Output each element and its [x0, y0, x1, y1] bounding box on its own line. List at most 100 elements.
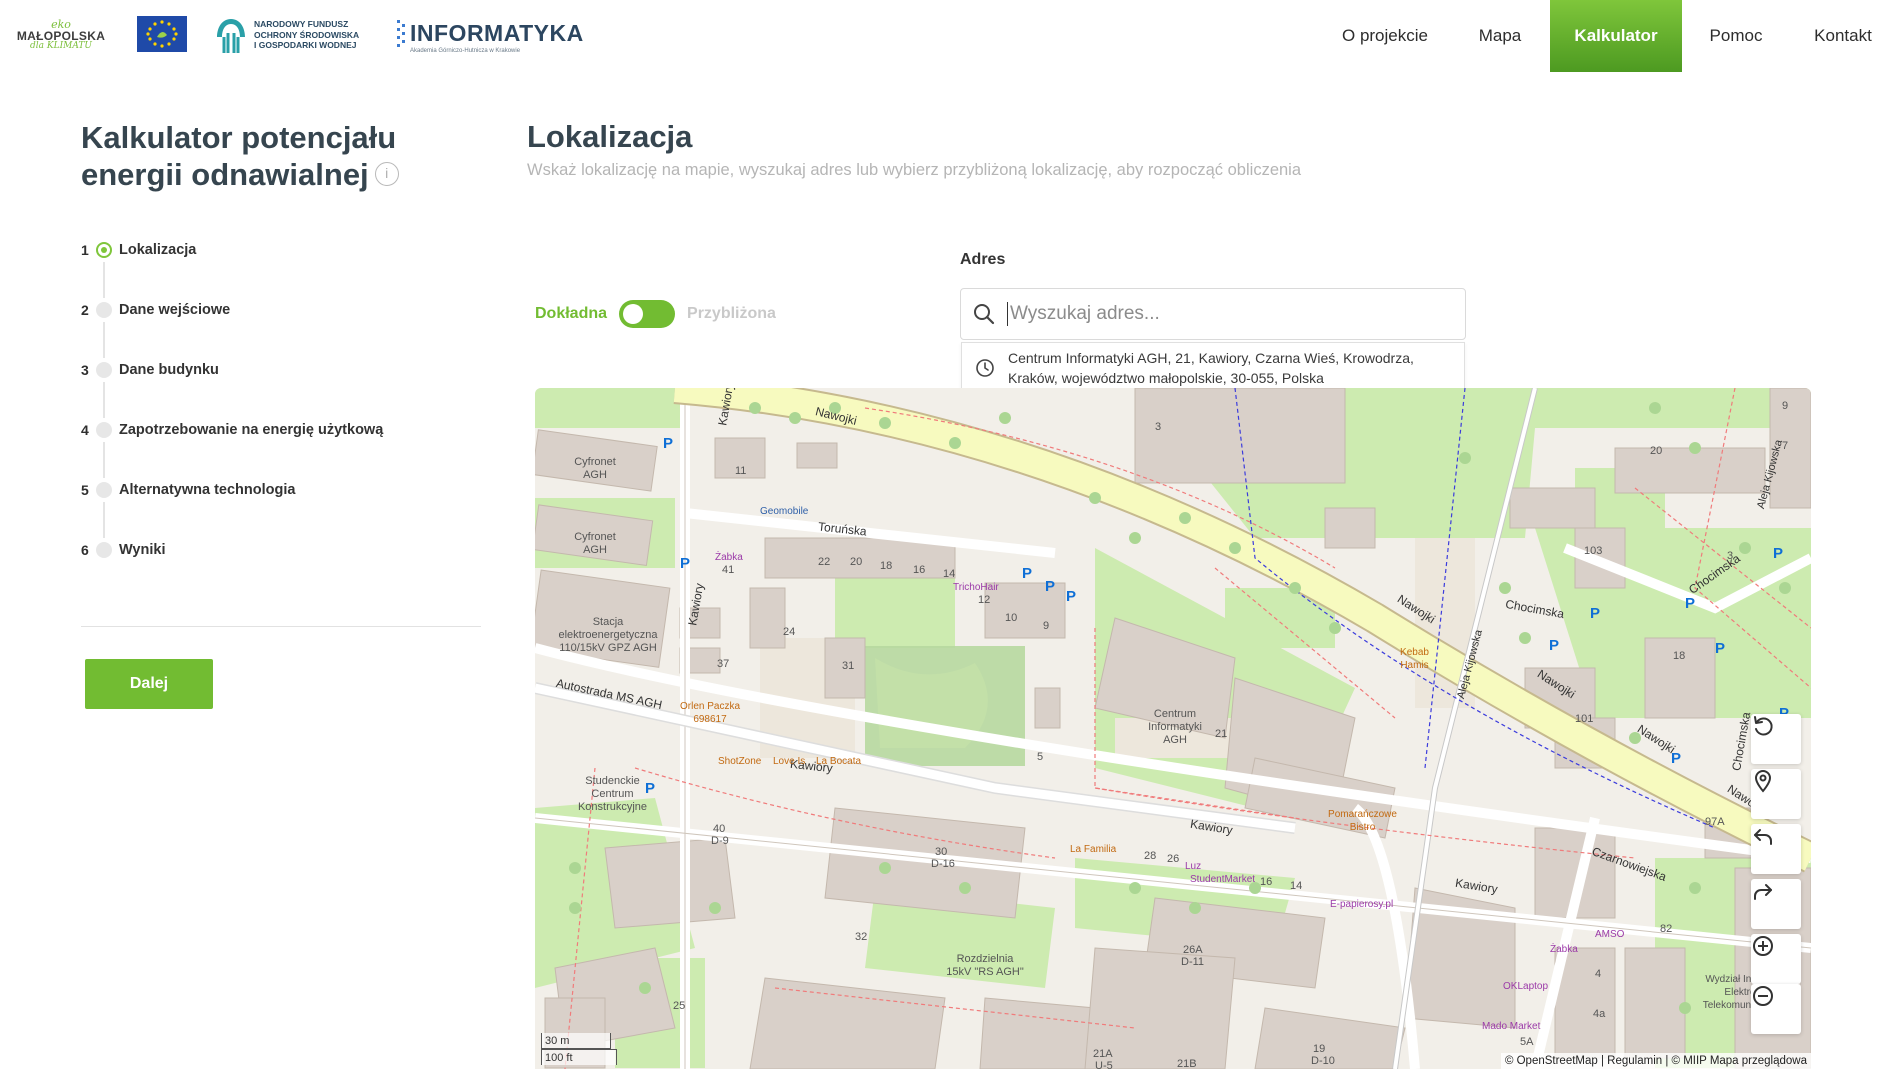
calculator-title: Kalkulator potencjału energii odnawialne…: [81, 119, 441, 193]
map-num-9-r: 9: [1782, 400, 1789, 412]
map-poi-amso[interactable]: AMSO: [1595, 928, 1624, 941]
undo-icon: [1754, 829, 1772, 845]
step-dot-icon: [96, 362, 112, 378]
map-num-10: 10: [1005, 612, 1018, 624]
map-poi-orlen[interactable]: Orlen Paczka 698617: [675, 700, 745, 726]
map-redo-button[interactable]: [1751, 879, 1801, 929]
map-poi-oklaptop[interactable]: OKLaptop: [1503, 980, 1548, 993]
map-num-5a: 5A: [1520, 1036, 1534, 1048]
informatyka-dots-icon: [397, 20, 405, 47]
nav-kalkulator[interactable]: Kalkulator: [1550, 0, 1682, 72]
step-connector: [103, 382, 105, 418]
map-poi-pomaranczowe[interactable]: Pomarańczowe Bistro: [1325, 808, 1400, 834]
map-poi-luz[interactable]: Luz: [1185, 860, 1201, 873]
map-num-37: 37: [717, 658, 730, 670]
eu-life-logo[interactable]: [137, 16, 187, 52]
nfosigw-emblem-icon: [217, 19, 245, 53]
map-num-14-b: 14: [1290, 880, 1303, 892]
map-poi-love-is[interactable]: Love Is: [773, 755, 805, 768]
step-number: 6: [81, 542, 89, 558]
step-label: Dane wejściowe: [119, 302, 231, 318]
nav-o-projekcie[interactable]: O projekcie: [1320, 0, 1450, 72]
map-num-25: 25: [673, 1000, 686, 1012]
step-number: 2: [81, 302, 89, 318]
map-num-3-b: 3: [1727, 550, 1734, 562]
map-num-18: 18: [880, 560, 893, 572]
location-map[interactable]: PPPP PPPP PPPP PPPP P Nawojki Toruńska N…: [535, 388, 1811, 1069]
step-dot-icon: [96, 422, 112, 438]
sidebar-divider: [81, 626, 481, 627]
map-zoom-out-button[interactable]: [1751, 984, 1801, 1034]
suggestion-text: Centrum Informatyki AGH, 21, Kawiory, Cz…: [1008, 350, 1414, 386]
map-poi-trichohair[interactable]: TrichoHair: [953, 581, 999, 594]
info-icon[interactable]: i: [374, 161, 399, 186]
next-button[interactable]: Dalej: [85, 659, 213, 709]
map-undo-button[interactable]: [1751, 824, 1801, 874]
step-dot-icon: [96, 302, 112, 318]
precision-toggle-switch[interactable]: [619, 300, 676, 328]
address-suggestion-item[interactable]: Centrum Informatyki AGH, 21, Kawiory, Cz…: [961, 342, 1465, 394]
map-poi-studentmarket[interactable]: StudentMarket: [1190, 873, 1255, 886]
map-poi-mado[interactable]: Mado Market: [1482, 1020, 1540, 1033]
toggle-label-dokladna[interactable]: Dokładna: [535, 305, 607, 323]
map-num-12: 12: [978, 594, 991, 606]
map-label-stacja: Stacja elektroenergetyczna 110/15kV GPZ …: [558, 616, 658, 654]
map-num-u5: U-5: [1095, 1060, 1113, 1069]
address-search-input[interactable]: [1007, 302, 1442, 326]
map-num-d10: D-10: [1311, 1055, 1335, 1067]
map-poi-epapierosy[interactable]: E-papierosy.pl: [1330, 898, 1393, 911]
svg-text:P: P: [680, 555, 690, 572]
map-num-20: 20: [850, 556, 863, 568]
toggle-label-przyblizona[interactable]: Przybliżona: [687, 305, 776, 323]
map-attribution[interactable]: © OpenStreetMap | Regulamin | © MIIP Map…: [1500, 1053, 1811, 1069]
zoom-out-icon: [1753, 986, 1773, 1006]
map-num-14: 14: [943, 568, 956, 580]
map-num-21b: 21B: [1177, 1058, 1197, 1069]
scale-metric: 30 m: [541, 1033, 611, 1049]
map-poi-zabka[interactable]: Żabka: [715, 551, 743, 564]
map-num-11: 11: [735, 465, 747, 477]
map-num-24: 24: [783, 626, 796, 638]
map-label-centrum: Centrum Informatyki AGH: [1148, 708, 1202, 746]
informatyka-agh-logo[interactable]: INFORMATYKA Akademia Górniczo-Hutnicza w…: [396, 16, 583, 56]
svg-text:P: P: [1022, 565, 1032, 582]
step-dot-icon: [96, 482, 112, 498]
map-num-101: 101: [1575, 713, 1594, 725]
svg-text:P: P: [1773, 545, 1783, 562]
address-search-box[interactable]: [960, 288, 1466, 340]
step-active-dot-icon: [96, 242, 112, 258]
map-num-31: 31: [842, 660, 855, 672]
step-number: 1: [81, 242, 89, 258]
zoom-in-icon: [1753, 936, 1773, 956]
reset-icon: [1754, 716, 1773, 736]
map-num-4a: 4a: [1593, 1008, 1606, 1020]
map-locate-button[interactable]: [1751, 769, 1801, 819]
map-poi-zabka-2[interactable]: Żabka: [1550, 943, 1578, 956]
map-reset-button[interactable]: [1751, 714, 1801, 764]
nav-pomoc[interactable]: Pomoc: [1682, 0, 1790, 72]
step-label: Alternatywna technologia: [119, 482, 296, 498]
search-icon: [961, 289, 1007, 339]
informatyka-text: INFORMATYKA: [410, 19, 584, 46]
map-poi-shotzone[interactable]: ShotZone: [718, 755, 761, 768]
map-poi-la-bocata[interactable]: La Bocata: [816, 755, 861, 768]
svg-text:P: P: [1715, 640, 1725, 657]
map-label-cyfronet-2: Cyfronet AGH: [574, 531, 616, 556]
map-zoom-in-button[interactable]: [1751, 934, 1801, 984]
map-num-5: 5: [1037, 751, 1044, 763]
main-nav: O projekcie Mapa Kalkulator Pomoc Kontak…: [1320, 0, 1896, 72]
map-num-d16: D-16: [931, 858, 955, 870]
map-num-22: 22: [818, 556, 831, 568]
nav-mapa[interactable]: Mapa: [1450, 0, 1550, 72]
map-poi-geomobile[interactable]: Geomobile: [760, 505, 808, 518]
informatyka-sub-text: Akademia Górniczo-Hutnicza w Krakowie: [410, 48, 521, 54]
nav-kontakt[interactable]: Kontakt: [1790, 0, 1896, 72]
nfosigw-logo[interactable]: NARODOWY FUNDUSZ OCHRONY ŚRODOWISKA I GO…: [214, 14, 374, 56]
step-dot-icon: [96, 542, 112, 558]
step-label: Zapotrzebowanie na energię użytkową: [119, 422, 384, 438]
eko-malopolska-logo[interactable]: eko MAŁOPOLSKA dla KLIMATU: [10, 14, 112, 56]
map-num-16-b: 16: [1260, 876, 1273, 888]
map-poi-kebab[interactable]: Kebab Hamis: [1397, 646, 1432, 672]
map-num-d9: D-9: [711, 835, 729, 847]
map-poi-la-familia[interactable]: La Familia: [1070, 843, 1116, 856]
